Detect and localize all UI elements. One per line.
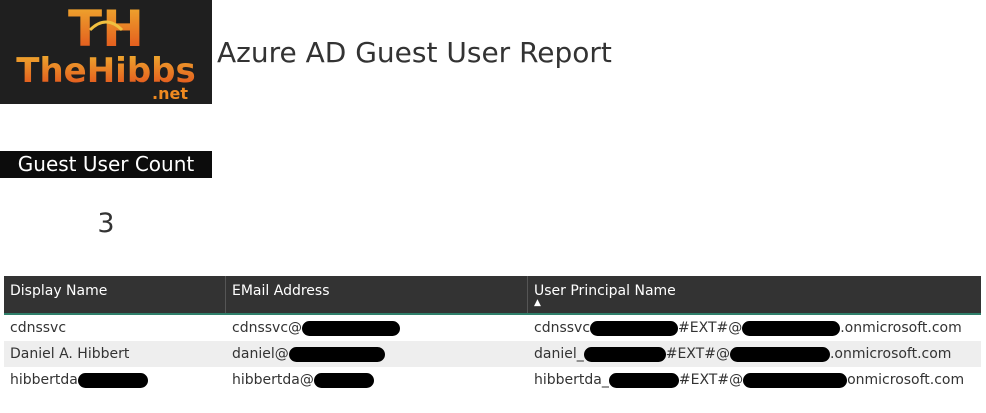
table-body: cdnssvc cdnssvc@ cdnssvc #EXT#@ .onmicroso… <box>4 315 981 393</box>
display-name-text: hibbertda <box>10 372 78 388</box>
redaction-mark <box>729 346 830 362</box>
cell-display-name: cdnssvc <box>4 315 226 341</box>
upn-middle-text: #EXT#@ <box>678 372 744 388</box>
table-row[interactable]: hibbertda hibbertda@ hibbertda_ #EXT#@ onm… <box>4 367 981 393</box>
logo-tld: .net <box>152 84 188 103</box>
upn-prefix-text: daniel_ <box>534 346 584 362</box>
thehibbs-logo: TH TheHibbs .net <box>0 0 212 104</box>
upn-prefix-text: cdnssvc <box>534 320 591 336</box>
upn-middle-text: #EXT#@ <box>678 320 743 336</box>
redaction-mark <box>302 320 401 336</box>
email-text: cdnssvc@ <box>232 320 303 336</box>
report-title: Azure AD Guest User Report <box>217 36 612 69</box>
guest-count-label: Guest User Count <box>0 151 212 178</box>
table-row[interactable]: cdnssvc cdnssvc@ cdnssvc #EXT#@ .onmicroso… <box>4 315 981 341</box>
column-header-display-name[interactable]: Display Name <box>4 276 226 313</box>
redaction-mark <box>742 320 841 336</box>
upn-suffix-text: .onmicrosoft.com <box>840 320 962 336</box>
cell-display-name: Daniel A. Hibbert <box>4 341 226 367</box>
column-header-upn-label: User Principal Name <box>534 283 676 299</box>
sort-ascending-icon: ▲ <box>534 298 541 308</box>
upn-suffix-text: onmicrosoft.com <box>847 372 965 388</box>
redaction-mark <box>313 372 374 388</box>
guest-count-value: 3 <box>97 208 115 239</box>
cell-upn: cdnssvc #EXT#@ .onmicrosoft.com <box>528 315 981 341</box>
column-header-email[interactable]: EMail Address <box>226 276 528 313</box>
upn-middle-text: #EXT#@ <box>665 346 730 362</box>
cell-display-name: hibbertda <box>4 367 226 393</box>
email-text: daniel@ <box>232 346 289 362</box>
cell-upn: daniel_ #EXT#@ .onmicrosoft.com <box>528 341 981 367</box>
display-name-text: Daniel A. Hibbert <box>10 346 130 362</box>
upn-prefix-text: hibbertda_ <box>534 372 609 388</box>
guest-user-table: Display Name EMail Address User Principa… <box>4 276 981 393</box>
cell-email: daniel@ <box>226 341 528 367</box>
redaction-mark <box>590 320 679 336</box>
redaction-mark <box>608 372 679 388</box>
email-text: hibbertda@ <box>232 372 314 388</box>
cell-email: cdnssvc@ <box>226 315 528 341</box>
cell-upn: hibbertda_ #EXT#@ onmicrosoft.com <box>528 367 981 393</box>
upn-suffix-text: .onmicrosoft.com <box>829 346 952 362</box>
display-name-text: cdnssvc <box>10 320 67 336</box>
logo-monogram: TH <box>68 0 144 58</box>
redaction-mark <box>583 346 666 362</box>
redaction-mark <box>743 372 848 388</box>
cell-email: hibbertda@ <box>226 367 528 393</box>
redaction-mark <box>77 372 148 388</box>
table-row[interactable]: Daniel A. Hibbert daniel@ daniel_ #EXT#@.… <box>4 341 981 367</box>
redaction-mark <box>288 346 385 362</box>
table-header: Display Name EMail Address User Principa… <box>4 276 981 315</box>
column-header-upn[interactable]: User Principal Name ▲ <box>528 276 981 313</box>
